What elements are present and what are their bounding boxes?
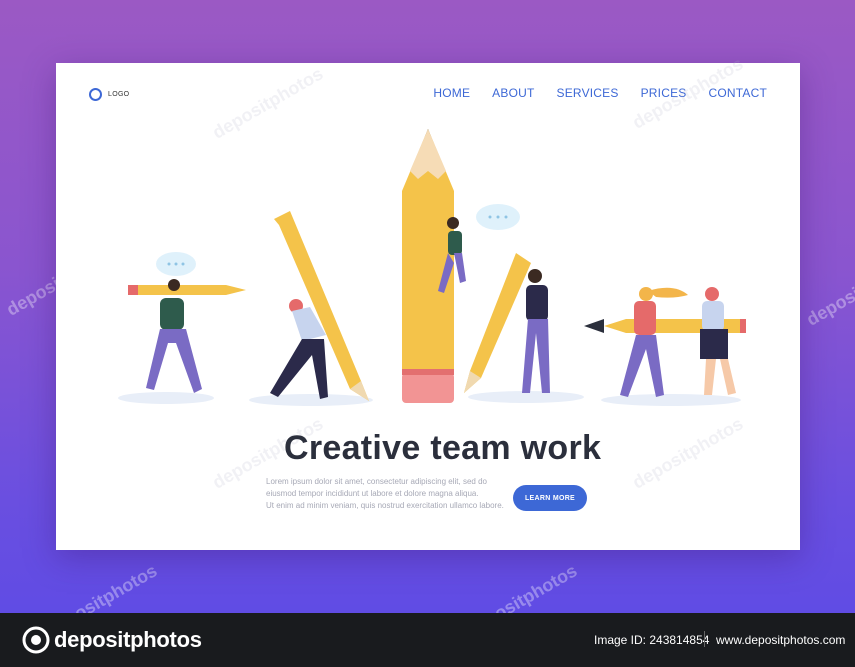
ground-shadow [118,392,214,404]
person-holding-slanted-pencil [270,211,369,401]
hero-headline: Creative team work [284,429,602,467]
person-carrying-pencil-left [128,252,246,393]
depositphotos-logo-icon [22,626,50,654]
brand-name: depositphotos [54,627,202,652]
stock-footer-bar: depositphotos Image ID: 243814854 www.de… [0,613,855,667]
hero-body-text: Lorem ipsum dolor sit amet, consectetur … [266,476,511,512]
big-central-pencil [402,129,520,403]
ground-shadow [601,394,741,406]
image-id: Image ID: 243814854 [594,633,710,647]
watermark-text: depositphotos [803,250,855,330]
body-line: Lorem ipsum dolor sit amet, consectetur … [266,477,487,486]
person-in-suit-with-pencil [464,253,550,393]
body-line: eiusmod tempor incididunt ut labore et d… [266,489,479,498]
site-url[interactable]: www.depositphotos.com [716,633,845,647]
pencil-icon [134,285,246,295]
ground-shadow [249,394,373,406]
body-line: Ut enim ad minim veniam, quis nostrud ex… [266,501,504,510]
divider [704,631,705,647]
landing-page-card: LOGO HOME ABOUT SERVICES PRICES CONTACT … [56,53,800,550]
learn-more-button[interactable]: LEARN MORE [513,485,587,511]
two-women-carrying-pencil [584,287,746,397]
depositphotos-brand[interactable]: depositphotos [22,626,202,654]
pencil-icon [464,253,531,393]
